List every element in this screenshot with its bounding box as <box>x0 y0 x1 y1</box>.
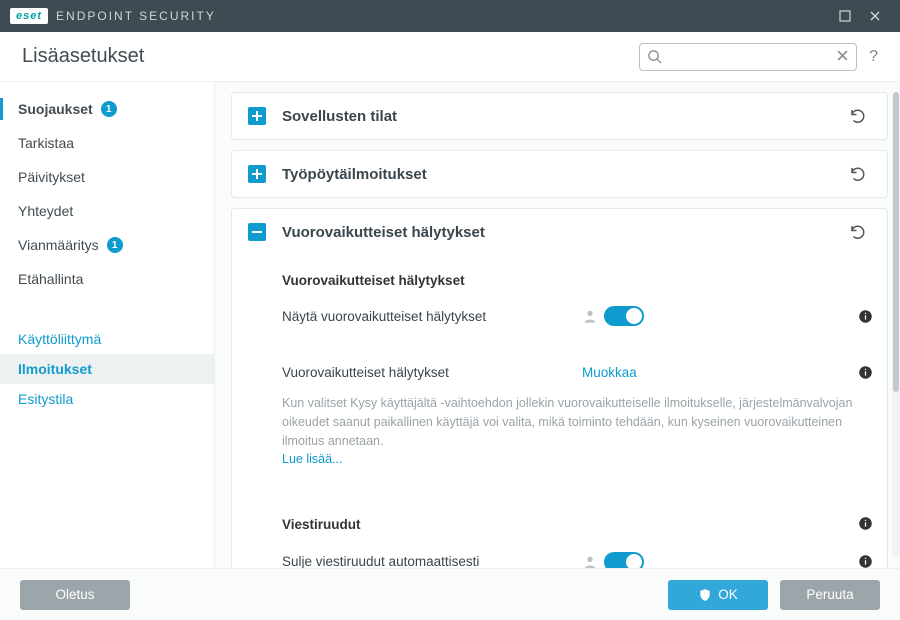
section-message-boxes-header: Viestiruudut <box>282 515 873 534</box>
read-more-link[interactable]: Lue lisää... <box>282 452 342 466</box>
panel-title: Työpöytäilmoitukset <box>282 166 845 183</box>
row-label: Näytä vuorovaikutteiset hälytykset <box>282 309 582 324</box>
ok-button[interactable]: OK <box>668 580 768 610</box>
sidebar-item-label: Vianmääritys <box>18 237 99 253</box>
search-icon <box>647 49 662 64</box>
toggle-close-boxes[interactable] <box>604 552 644 569</box>
sidebar-item-protections[interactable]: Suojaukset 1 <box>0 92 214 126</box>
row-edit-interactive-alerts: Vuorovaikutteiset hälytykset Muokkaa <box>282 356 873 388</box>
sidebar-item-label: Tarkistaa <box>18 135 74 151</box>
window-close-icon[interactable] <box>860 6 890 26</box>
sidebar-subgroup: Käyttöliittymä Ilmoitukset Esitystila <box>0 324 214 414</box>
sidebar-sub-notifications[interactable]: Ilmoitukset <box>0 354 214 384</box>
section-label-text: Vuorovaikutteiset hälytykset <box>282 273 465 288</box>
expand-icon[interactable] <box>248 165 266 183</box>
body: Suojaukset 1 Tarkistaa Päivitykset Yhtey… <box>0 82 900 568</box>
search-field-wrap <box>639 43 857 71</box>
sidebar-item-remote[interactable]: Etähallinta <box>0 262 214 296</box>
panel-interactive-alerts: Vuorovaikutteiset hälytykset Vuorovaikut… <box>231 208 888 568</box>
product-name: ENDPOINT SECURITY <box>56 9 216 23</box>
row-label: Sulje viestiruudut automaattisesti <box>282 554 582 568</box>
interactive-alerts-description: Kun valitset Kysy käyttäjältä -vaihtoehd… <box>282 394 872 469</box>
section-interactive-alerts-header: Vuorovaikutteiset hälytykset <box>282 273 873 288</box>
footer: Oletus OK Peruuta <box>0 568 900 620</box>
panel-app-states: Sovellusten tilat <box>231 92 888 140</box>
scrollbar-thumb[interactable] <box>893 92 899 392</box>
panel-header[interactable]: Työpöytäilmoitukset <box>232 151 887 197</box>
sidebar-sub-ui[interactable]: Käyttöliittymä <box>0 324 214 354</box>
page-title: Lisäasetukset <box>22 45 639 68</box>
sidebar-sub-presentation[interactable]: Esitystila <box>0 384 214 414</box>
panel-title: Sovellusten tilat <box>282 108 845 125</box>
content: Sovellusten tilat Työpöytäilmoitukset <box>231 92 888 568</box>
panel-header[interactable]: Sovellusten tilat <box>232 93 887 139</box>
info-icon[interactable] <box>857 554 873 569</box>
panel-title: Vuorovaikutteiset hälytykset <box>282 224 845 241</box>
row-close-message-boxes: Sulje viestiruudut automaattisesti <box>282 544 873 569</box>
revert-icon[interactable] <box>845 105 871 127</box>
sidebar-item-updates[interactable]: Päivitykset <box>0 160 214 194</box>
shield-icon <box>698 588 712 602</box>
row-label: Vuorovaikutteiset hälytykset <box>282 365 582 380</box>
content-wrap: Sovellusten tilat Työpöytäilmoitukset <box>215 82 900 568</box>
default-button[interactable]: Oletus <box>20 580 130 610</box>
sidebar-item-connections[interactable]: Yhteydet <box>0 194 214 228</box>
policy-icon <box>582 554 598 569</box>
ok-label: OK <box>718 587 738 602</box>
section-label-text: Viestiruudut <box>282 517 361 532</box>
panel-desktop-notifications: Työpöytäilmoitukset <box>231 150 888 198</box>
sidebar-item-scan[interactable]: Tarkistaa <box>0 126 214 160</box>
sidebar-item-label: Yhteydet <box>18 203 73 219</box>
sidebar-item-label: Etähallinta <box>18 271 83 287</box>
cancel-button[interactable]: Peruuta <box>780 580 880 610</box>
window-maximize-icon[interactable] <box>830 6 860 26</box>
revert-icon[interactable] <box>845 163 871 185</box>
sidebar-item-label: Suojaukset <box>18 101 93 117</box>
description-text: Kun valitset Kysy käyttäjältä -vaihtoehd… <box>282 396 852 448</box>
brand-logo: eset <box>10 8 48 24</box>
panel-header[interactable]: Vuorovaikutteiset hälytykset <box>232 209 887 255</box>
sidebar-badge: 1 <box>101 101 117 117</box>
search-input[interactable] <box>639 43 857 71</box>
row-show-interactive-alerts: Näytä vuorovaikutteiset hälytykset <box>282 298 873 334</box>
collapse-icon[interactable] <box>248 223 266 241</box>
help-icon[interactable]: ? <box>869 48 878 66</box>
header: Lisäasetukset ? <box>0 32 900 82</box>
toggle-show-alerts[interactable] <box>604 306 644 326</box>
scrollbar-track[interactable] <box>892 92 900 558</box>
info-icon[interactable] <box>857 515 873 531</box>
sidebar-item-diagnostics[interactable]: Vianmääritys 1 <box>0 228 214 262</box>
sidebar-item-label: Päivitykset <box>18 169 85 185</box>
policy-icon <box>582 308 598 324</box>
sidebar: Suojaukset 1 Tarkistaa Päivitykset Yhtey… <box>0 82 215 568</box>
edit-alerts-link[interactable]: Muokkaa <box>582 365 637 380</box>
expand-icon[interactable] <box>248 107 266 125</box>
titlebar: eset ENDPOINT SECURITY <box>0 0 900 32</box>
panel-body: Vuorovaikutteiset hälytykset Näytä vuoro… <box>232 255 887 568</box>
info-icon[interactable] <box>857 364 873 380</box>
clear-search-icon[interactable] <box>836 49 849 62</box>
revert-icon[interactable] <box>845 221 871 243</box>
info-icon[interactable] <box>857 308 873 324</box>
sidebar-badge: 1 <box>107 237 123 253</box>
